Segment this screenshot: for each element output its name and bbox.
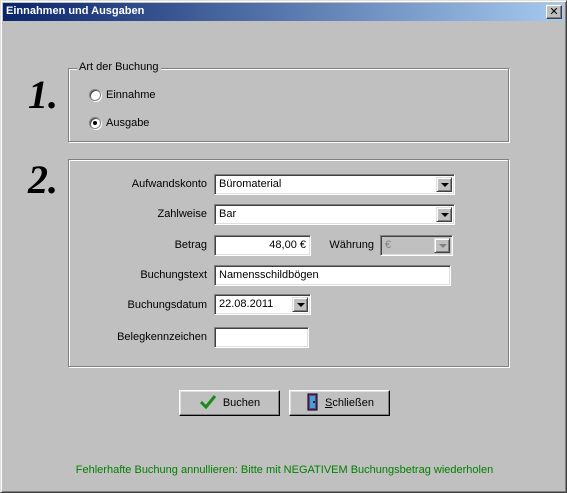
radio-einnahme-circle[interactable] (89, 89, 101, 101)
radio-ausgabe-circle[interactable] (89, 117, 101, 129)
chevron-down-icon[interactable] (436, 177, 452, 192)
close-button[interactable]: ✕ (546, 5, 562, 19)
buchen-button[interactable]: Buchen (179, 390, 280, 416)
chevron-down-icon[interactable] (436, 207, 452, 222)
window-title: Einnahmen und Ausgaben (6, 5, 145, 17)
chevron-down-icon (434, 238, 450, 253)
waehrung-label: Währung (329, 239, 374, 251)
schliessen-label: Schließen (325, 397, 374, 409)
step-2-number: 2. (28, 157, 58, 202)
buchungsdatum-label: Buchungsdatum (127, 299, 208, 311)
zahlweise-select[interactable]: Bar (214, 204, 455, 225)
zahlweise-label: Zahlweise (157, 208, 207, 220)
step-1-number: 1. (28, 72, 58, 117)
dialog-window: Einnahmen und Ausgaben ✕ 1. Art der Buch… (0, 0, 567, 493)
radio-ausgabe-label: Ausgabe (106, 117, 150, 129)
belegkennzeichen-input[interactable] (214, 327, 309, 348)
aufwandskonto-label: Aufwandskonto (131, 178, 207, 190)
belegkennzeichen-label: Belegkennzeichen (117, 331, 207, 343)
radio-einnahme-label: Einnahme (106, 89, 156, 101)
waehrung-value: € (385, 239, 392, 251)
radio-einnahme[interactable]: Einnahme (89, 89, 156, 101)
status-hint: Fehlerhafte Buchung annullieren: Bitte m… (75, 464, 494, 476)
radio-ausgabe[interactable]: Ausgabe (89, 117, 149, 129)
aufwandskonto-value: Büromaterial (219, 178, 282, 190)
buchungsdatum-picker[interactable]: 22.08.2011 (214, 294, 311, 315)
aufwandskonto-select[interactable]: Büromaterial (214, 174, 455, 195)
title-bar[interactable]: Einnahmen und Ausgaben ✕ (3, 3, 564, 21)
buchungstext-label: Buchungstext (140, 269, 207, 281)
booking-type-group: Art der Buchung Einnahme Ausgabe (68, 61, 509, 142)
betrag-label: Betrag (174, 239, 207, 251)
zahlweise-value: Bar (219, 208, 237, 220)
buchungstext-input[interactable]: Namensschildbögen (214, 265, 451, 286)
door-exit-icon (305, 393, 319, 414)
buchungsdatum-value: 22.08.2011 (219, 298, 274, 310)
checkmark-icon (199, 394, 217, 413)
schliessen-button[interactable]: Schließen (289, 390, 390, 416)
betrag-input[interactable]: 48,00 € (214, 235, 311, 256)
close-icon: ✕ (549, 5, 559, 18)
booking-type-legend: Art der Buchung (77, 61, 161, 73)
chevron-down-icon[interactable] (292, 297, 308, 312)
buchen-label: Buchen (222, 397, 261, 409)
waehrung-select: € (380, 235, 453, 256)
